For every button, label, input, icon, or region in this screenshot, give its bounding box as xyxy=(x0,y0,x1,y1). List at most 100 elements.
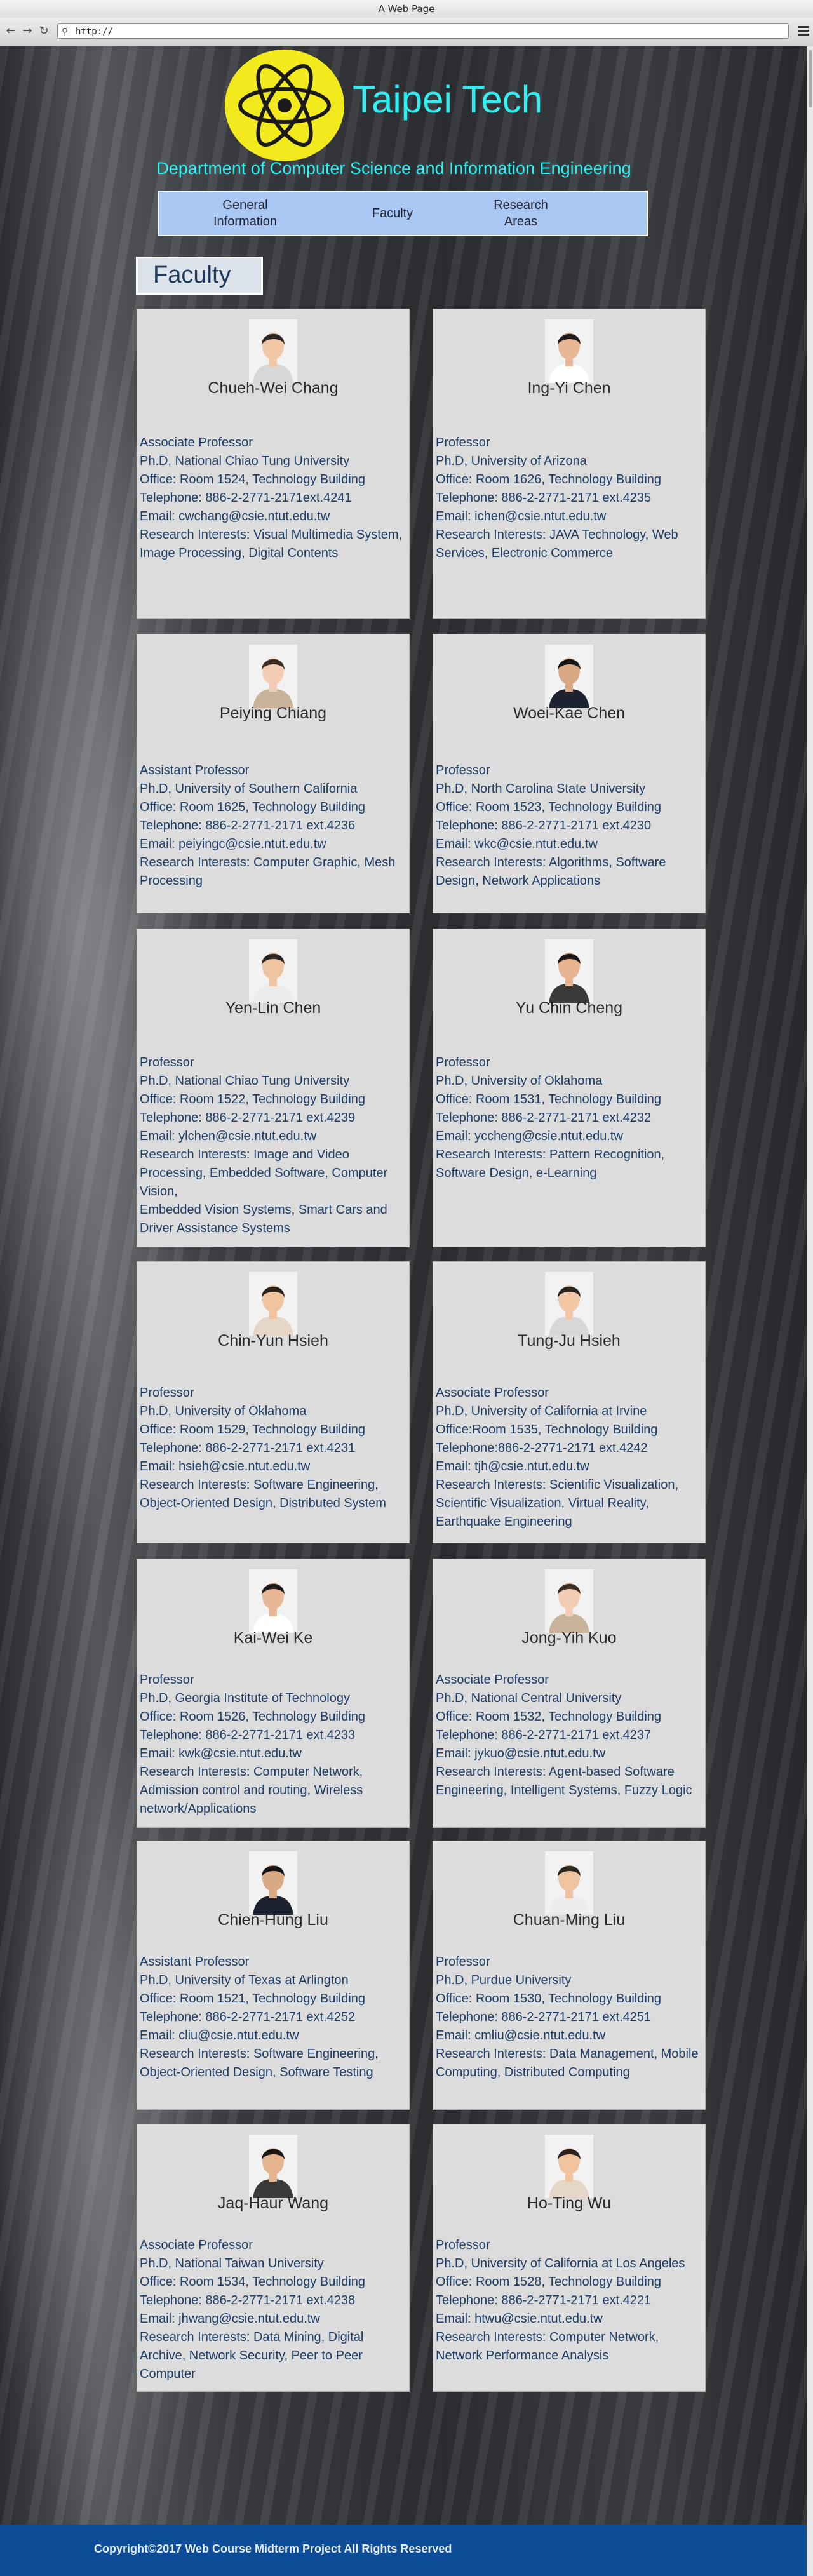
faculty-detail-line: Ph.D, National Chiao Tung University xyxy=(140,454,350,468)
faculty-detail-line[interactable]: Email: ichen@csie.ntut.edu.tw xyxy=(436,507,705,526)
faculty-detail-line[interactable]: Email: peiyingc@csie.ntut.edu.tw xyxy=(140,835,409,854)
faculty-details: Professor Ph.D, Georgia Institute of Tech… xyxy=(140,1671,409,1818)
faculty-detail-line: Telephone: 886-2-2771-2171 ext.4251 xyxy=(436,2010,652,2024)
faculty-photo xyxy=(249,1569,297,1633)
faculty-detail-line[interactable]: Email: jykuo@csie.ntut.edu.tw xyxy=(436,1745,705,1763)
faculty-detail-line: Ph.D, National Chiao Tung University xyxy=(140,1074,350,1088)
faculty-detail-line: Research Interests: Computer Graphic, Me… xyxy=(140,855,396,888)
faculty-detail-line: Telephone: 886-2-2771-2171 ext.4236 xyxy=(140,819,356,833)
department-title: Department of Computer Science and Infor… xyxy=(156,159,631,178)
faculty-detail-line[interactable]: Email: wkc@csie.ntut.edu.tw xyxy=(436,835,705,854)
faculty-detail-line: Research Interests: Software Engineering… xyxy=(140,1478,386,1510)
faculty-detail-line[interactable]: Email: kwk@csie.ntut.edu.tw xyxy=(140,1745,409,1763)
faculty-photo xyxy=(249,645,297,708)
search-icon: ⚲ xyxy=(62,27,69,37)
faculty-name: Ho-Ting Wu xyxy=(527,2194,611,2212)
faculty-card: Jaq-Haur Wang Associate Professor Ph.D, Na… xyxy=(137,2124,410,2392)
faculty-details: Professor Ph.D, University of California … xyxy=(436,2236,705,2365)
faculty-photo xyxy=(249,2135,297,2198)
faculty-detail-line: Research Interests: Computer Network, Ad… xyxy=(140,1765,363,1816)
faculty-detail-line: Associate Professor xyxy=(436,1673,549,1687)
faculty-detail-line: Telephone: 886-2-2771-2171ext.4241 xyxy=(140,491,352,505)
faculty-detail-line: Research Interests: Data Management, Mob… xyxy=(436,2047,699,2079)
faculty-detail-line: Research Interests: Pattern Recognition,… xyxy=(436,1148,665,1180)
faculty-photo xyxy=(545,2135,593,2198)
scrollbar-thumb[interactable] xyxy=(809,50,812,107)
faculty-card: Ing-Yi Chen Professor Ph.D, University of … xyxy=(433,309,706,619)
forward-arrow-icon[interactable]: → xyxy=(20,24,34,38)
faculty-detail-line: Research Interests: Algorithms, Software… xyxy=(436,855,666,888)
faculty-detail-line: Telephone: 886-2-2771-2171 ext.4221 xyxy=(436,2293,652,2307)
faculty-detail-line: Professor xyxy=(436,763,490,777)
reload-icon[interactable]: ↻ xyxy=(37,24,51,38)
faculty-detail-line: Professor xyxy=(140,1056,194,1070)
faculty-detail-line[interactable]: Email: cwchang@csie.ntut.edu.tw xyxy=(140,507,409,526)
faculty-detail-line: Ph.D, University of Oklahoma xyxy=(140,1404,307,1418)
faculty-detail-line: Associate Professor xyxy=(140,2238,253,2252)
faculty-detail-line[interactable]: Email: yccheng@csie.ntut.edu.tw xyxy=(436,1127,705,1146)
vertical-scrollbar[interactable] xyxy=(807,46,813,2576)
faculty-card: Chueh-Wei Chang Associate Professor Ph.D, … xyxy=(137,309,410,619)
faculty-detail-line: Office: Room 1532, Technology Building xyxy=(436,1710,662,1724)
faculty-detail-line[interactable]: Email: jhwang@csie.ntut.edu.tw xyxy=(140,2310,409,2328)
faculty-detail-line: Telephone: 886-2-2771-2171 ext.4252 xyxy=(140,2010,356,2024)
back-arrow-icon[interactable]: ← xyxy=(4,24,18,38)
faculty-name: Ing-Yi Chen xyxy=(527,379,611,397)
faculty-detail-line: Ph.D, Georgia Institute of Technology xyxy=(140,1691,350,1705)
faculty-name: Chuan-Ming Liu xyxy=(513,1911,626,1929)
faculty-detail-line: Telephone: 886-2-2771-2171 ext.4231 xyxy=(140,1441,356,1455)
faculty-detail-line: Associate Professor xyxy=(436,1386,549,1400)
faculty-detail-line[interactable]: Email: htwu@csie.ntut.edu.tw xyxy=(436,2310,705,2328)
faculty-detail-line[interactable]: Email: tjh@csie.ntut.edu.tw xyxy=(436,1458,705,1476)
faculty-detail-line: Telephone: 886-2-2771-2171 ext.4230 xyxy=(436,819,652,833)
faculty-detail-line: Assistant Professor xyxy=(140,763,250,777)
faculty-details: Professor Ph.D, University of Oklahoma Off… xyxy=(140,1384,409,1513)
faculty-detail-line[interactable]: Email: cmliu@csie.ntut.edu.tw xyxy=(436,2027,705,2045)
faculty-photo xyxy=(545,1569,593,1633)
footer-copyright: Copyright©2017 Web Course Midterm Projec… xyxy=(94,2542,452,2555)
faculty-photo xyxy=(545,319,593,383)
faculty-photo xyxy=(545,1272,593,1336)
faculty-detail-line[interactable]: Email: cliu@csie.ntut.edu.tw xyxy=(140,2027,409,2045)
faculty-card: Chien-Hung Liu Assistant Professor Ph.D, U… xyxy=(137,1841,410,2110)
faculty-detail-line: Associate Professor xyxy=(140,436,253,450)
faculty-detail-line: Telephone:886-2-2771-2171 ext.4242 xyxy=(436,1441,648,1455)
window-title: A Web Page xyxy=(378,3,435,15)
faculty-detail-line: Office: Room 1626, Technology Building xyxy=(436,473,662,486)
site-title: Taipei Tech xyxy=(353,78,543,121)
faculty-detail-line: Research Interests: Computer Network, Ne… xyxy=(436,2330,659,2363)
faculty-detail-line[interactable]: Email: ylchen@csie.ntut.edu.tw xyxy=(140,1127,409,1146)
faculty-detail-line: Office:Room 1535, Technology Building xyxy=(436,1423,658,1437)
faculty-details: Associate Professor Ph.D, National Chiao … xyxy=(140,434,409,563)
faculty-details: Professor Ph.D, Purdue University Office: … xyxy=(436,1953,705,2082)
url-bar[interactable]: ⚲ http:// xyxy=(57,23,789,39)
faculty-detail-line[interactable]: Email: hsieh@csie.ntut.edu.tw xyxy=(140,1458,409,1476)
faculty-details: Associate Professor Ph.D, National Taiwan… xyxy=(140,2236,409,2384)
atom-logo-icon xyxy=(225,50,344,161)
faculty-detail-line: Professor xyxy=(140,1386,194,1400)
nav-research-areas[interactable]: Research Areas xyxy=(457,192,584,235)
faculty-detail-line: Office: Room 1524, Technology Building xyxy=(140,473,366,486)
faculty-detail-line: Office: Room 1534, Technology Building xyxy=(140,2275,366,2289)
nav-general-information[interactable]: General Information xyxy=(182,192,309,235)
faculty-detail-line: Telephone: 886-2-2771-2171 ext.4232 xyxy=(436,1111,652,1125)
faculty-card: Chuan-Ming Liu Professor Ph.D, Purdue Univ… xyxy=(433,1841,706,2110)
faculty-detail-line: Ph.D, National Taiwan University xyxy=(140,2257,324,2271)
faculty-detail-line: Ph.D, University of California at Los An… xyxy=(436,2257,685,2271)
faculty-photo xyxy=(249,319,297,383)
faculty-photo xyxy=(545,645,593,708)
hamburger-menu-icon[interactable] xyxy=(796,24,810,38)
faculty-details: Associate Professor Ph.D, National Centra… xyxy=(436,1671,705,1800)
faculty-name: Chien-Hung Liu xyxy=(218,1911,328,1929)
faculty-card: Jong-Yih Kuo Associate Professor Ph.D, Nat… xyxy=(433,1559,706,1828)
main-navigation: General Information Faculty Research Are… xyxy=(158,191,648,236)
faculty-photo xyxy=(249,1851,297,1915)
faculty-detail-line: Research Interests: Visual Multimedia Sy… xyxy=(140,528,403,560)
nav-faculty[interactable]: Faculty xyxy=(329,192,456,235)
faculty-detail-line: Telephone: 886-2-2771-2171 ext.4239 xyxy=(140,1111,356,1125)
faculty-detail-line: Ph.D, North Carolina State University xyxy=(436,782,646,796)
faculty-detail-line: Office: Room 1625, Technology Building xyxy=(140,800,366,814)
faculty-detail-line: Professor xyxy=(436,2238,490,2252)
faculty-details: Assistant Professor Ph.D, University of T… xyxy=(140,1953,409,2082)
faculty-detail-line: Ph.D, University of California at Irvine xyxy=(436,1404,647,1418)
